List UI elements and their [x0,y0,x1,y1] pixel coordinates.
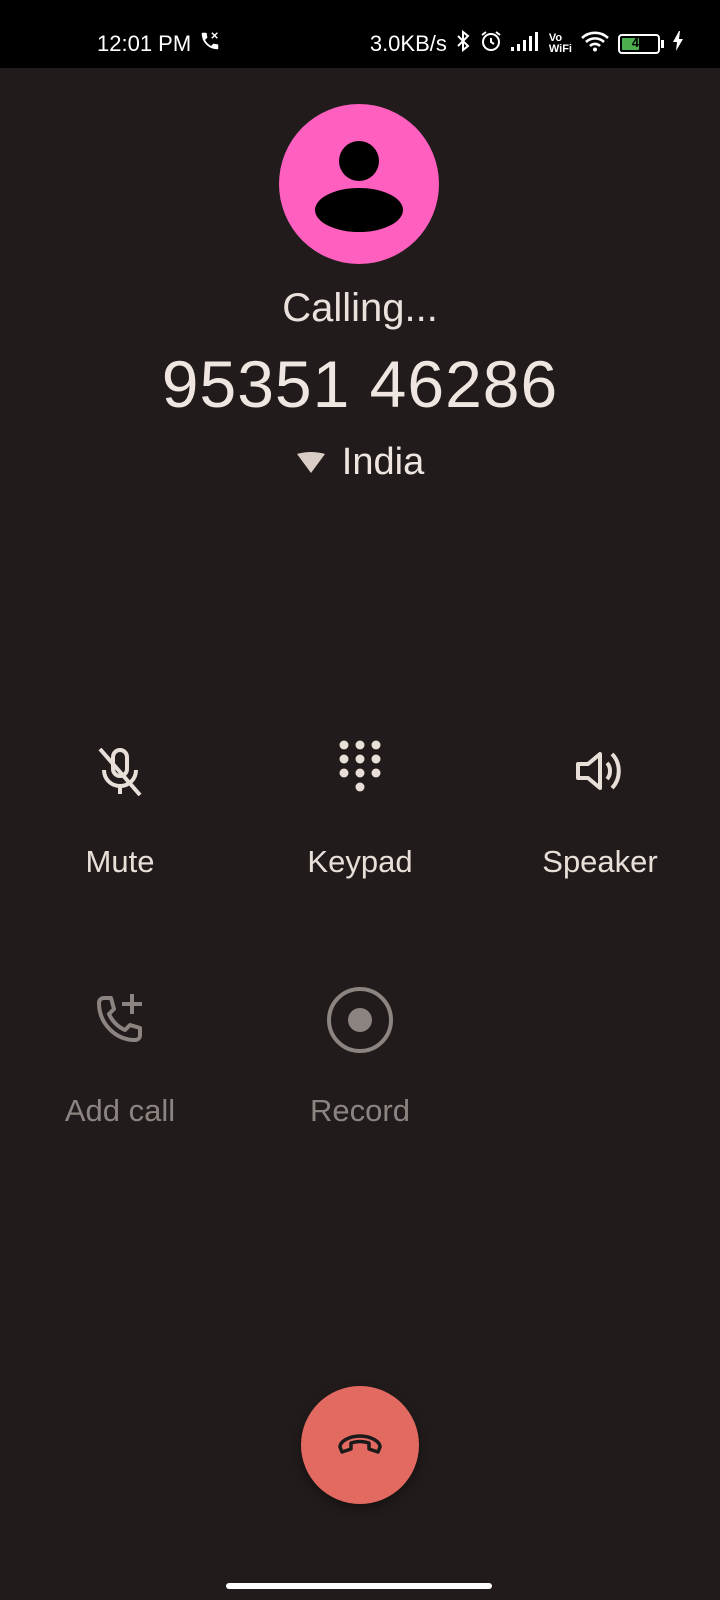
charging-icon [672,30,684,58]
person-icon [315,141,403,232]
end-call-icon [338,1434,382,1454]
contact-avatar [279,104,439,264]
vowifi-indicator: Vo WiFi [549,33,572,55]
keypad-button[interactable]: Keypad [240,736,480,880]
add-call-icon [0,985,240,1055]
mic-off-icon [0,736,240,806]
status-right: 3.0KB/s Vo WiFi 44 [362,29,684,59]
vowifi-bottom: WiFi [548,43,572,55]
location-label: India [341,441,425,483]
home-indicator[interactable] [226,1583,492,1589]
speaker-icon [480,736,720,806]
status-time: 12:01 PM [97,31,192,56]
signal-icon [510,31,541,57]
keypad-label: Keypad [307,844,413,879]
dialpad-icon [240,736,480,806]
call-status: Calling... [282,286,438,330]
battery-icon: 44 [618,34,660,54]
caller-location: India [0,441,720,484]
add-call-label: Add call [64,1093,176,1128]
mute-label: Mute [85,844,155,879]
record-label: Record [310,1093,410,1128]
network-speed: 3.0KB/s [369,31,447,56]
phone-number: 95351 46286 [161,347,559,421]
bluetooth-icon [455,29,471,59]
speaker-button[interactable]: Speaker [480,736,720,880]
speaker-label: Speaker [542,844,658,879]
end-call-button[interactable] [301,1386,419,1504]
mute-button[interactable]: Mute [0,736,240,880]
wifi-call-icon [199,30,221,58]
alarm-icon [479,29,503,59]
wifi-location-icon [296,451,325,473]
status-left: 12:01 PM [97,30,221,58]
battery-nub [661,40,664,48]
wifi-icon [580,30,610,58]
record-button[interactable]: Record [240,985,480,1129]
status-bar: 12:01 PM 3.0KB/s Vo WiFi 44 [0,0,720,68]
record-icon [240,985,480,1055]
battery-level: 44 [631,35,647,50]
add-call-button[interactable]: Add call [0,985,240,1129]
